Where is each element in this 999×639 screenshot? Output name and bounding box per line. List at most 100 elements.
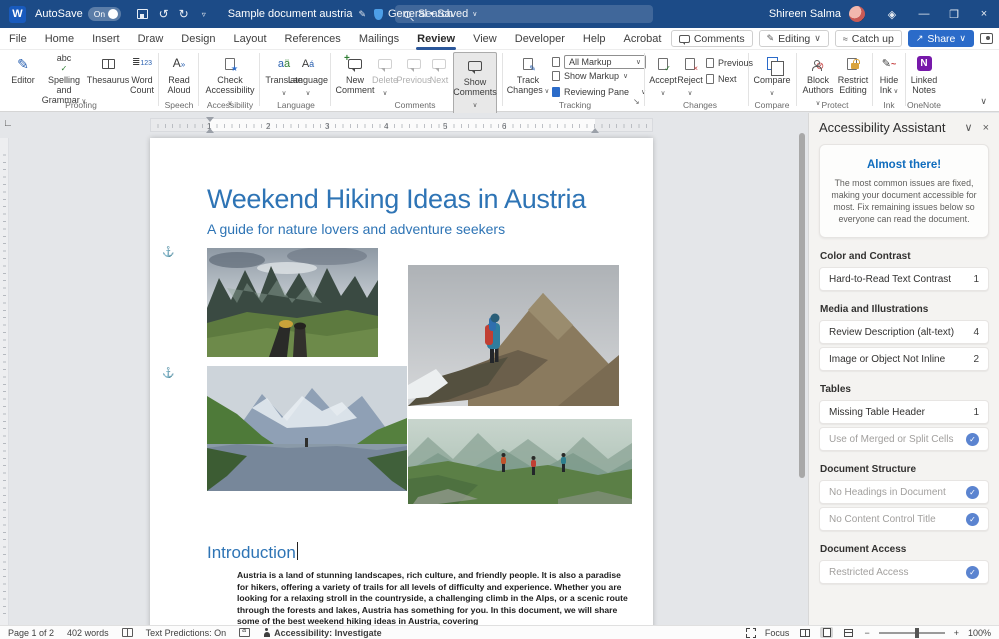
read-aloud-button[interactable]: A»Read Aloud — [162, 53, 196, 95]
horizontal-ruler[interactable]: 1 2 3 4 5 6 — [150, 118, 653, 132]
tab-review[interactable]: Review — [408, 28, 464, 50]
issue-merged-split-cells[interactable]: Use of Merged or Split Cells✓ — [819, 427, 989, 451]
object-anchor-icon[interactable]: ⚓ — [162, 368, 174, 379]
reject-button[interactable]: ×Reject — [676, 53, 704, 99]
proofing-status-icon[interactable] — [122, 628, 133, 637]
tab-acrobat[interactable]: Acrobat — [615, 28, 671, 50]
delete-comment-button[interactable]: Delete — [370, 53, 400, 99]
thesaurus-button[interactable]: Thesaurus — [88, 53, 128, 85]
display-for-review-select[interactable]: All Markup∨ — [564, 55, 646, 69]
tab-draw[interactable]: Draw — [129, 28, 173, 50]
issue-no-headings[interactable]: No Headings in Document✓ — [819, 480, 989, 504]
tab-layout[interactable]: Layout — [225, 28, 276, 50]
previous-change-button[interactable]: Previous — [706, 58, 753, 68]
editor-status-icon[interactable] — [239, 628, 250, 637]
next-comment-button[interactable]: Next — [426, 53, 452, 85]
issue-image-not-inline[interactable]: Image or Object Not Inline2 — [819, 347, 989, 371]
close-button[interactable]: × — [969, 0, 999, 28]
tab-developer[interactable]: Developer — [506, 28, 574, 50]
document-heading-title[interactable]: Weekend Hiking Ideas in Austria — [207, 184, 586, 215]
panel-close-icon[interactable]: × — [983, 122, 989, 134]
editing-mode-button[interactable]: ✎Editing∨ — [759, 30, 829, 47]
track-changes-button[interactable]: ✎Track Changes — [506, 53, 550, 97]
quick-access-customize-icon[interactable]: ▿ — [194, 10, 214, 19]
redo-icon[interactable]: ↻ — [174, 7, 194, 21]
linked-notes-button[interactable]: NLinked Notes — [908, 53, 940, 95]
section-heading[interactable]: Introduction — [207, 543, 296, 563]
autosave-toggle[interactable]: AutoSave On — [35, 7, 121, 21]
next-change-button[interactable]: Next — [706, 74, 737, 84]
document-activity-icon[interactable]: ✎ — [358, 9, 366, 20]
issue-no-content-control-title[interactable]: No Content Control Title✓ — [819, 507, 989, 531]
focus-button[interactable]: Focus — [765, 628, 790, 638]
restrict-editing-button[interactable]: Restrict Editing — [836, 53, 870, 95]
text-cursor — [297, 542, 298, 560]
tab-design[interactable]: Design — [172, 28, 224, 50]
tab-insert[interactable]: Insert — [83, 28, 129, 50]
feedback-icon[interactable] — [980, 33, 993, 44]
web-layout-button[interactable] — [842, 627, 855, 638]
issue-review-alt-text[interactable]: Review Description (alt-text)4 — [819, 320, 989, 344]
body-paragraph[interactable]: Austria is a land of stunning landscapes… — [237, 570, 629, 625]
first-line-indent-marker[interactable] — [206, 117, 214, 122]
zoom-slider-thumb[interactable] — [915, 628, 919, 638]
zoom-slider[interactable] — [879, 632, 945, 634]
print-layout-button[interactable] — [820, 627, 833, 638]
issue-restricted-access[interactable]: Restricted Access✓ — [819, 560, 989, 584]
document-title[interactable]: Sample document austria — [228, 8, 353, 20]
show-comments-icon — [468, 55, 482, 76]
search-input[interactable]: Search — [395, 5, 653, 23]
accept-button[interactable]: ✓Accept — [648, 53, 678, 99]
right-indent-marker[interactable] — [591, 128, 599, 133]
object-anchor-icon[interactable]: ⚓ — [162, 247, 174, 258]
undo-icon[interactable]: ↺ — [154, 7, 174, 21]
hide-ink-button[interactable]: ✎~Hide Ink — [875, 53, 903, 97]
tracking-dialog-launcher[interactable]: ↘ — [633, 97, 640, 106]
read-mode-button[interactable] — [798, 627, 811, 638]
word-logo-icon[interactable]: W — [9, 6, 26, 23]
compare-button[interactable]: Compare — [752, 53, 792, 99]
editor-button[interactable]: ✎Editor — [6, 53, 40, 85]
page-indicator[interactable]: Page 1 of 2 — [8, 628, 54, 638]
photo-lake-reflection[interactable] — [207, 366, 407, 491]
comments-button[interactable]: Comments — [671, 30, 753, 47]
issue-hard-to-read-contrast[interactable]: Hard-to-Read Text Contrast1 — [819, 267, 989, 291]
panel-chevron-down-icon[interactable]: ∨ — [965, 121, 973, 134]
zoom-in-button[interactable]: + — [954, 628, 959, 638]
tab-help[interactable]: Help — [574, 28, 615, 50]
reviewing-pane-button[interactable]: Reviewing Pane∨ — [552, 87, 646, 97]
catch-up-button[interactable]: ≈Catch up — [835, 30, 902, 47]
save-icon[interactable] — [137, 9, 148, 19]
tab-file[interactable]: File — [0, 28, 36, 50]
language-button[interactable]: AáLanguage — [288, 53, 328, 99]
tab-stop-selector[interactable]: ∟ — [3, 118, 13, 129]
issue-missing-table-header[interactable]: Missing Table Header1 — [819, 400, 989, 424]
text-predictions-status[interactable]: Text Predictions: On — [146, 628, 227, 638]
zoom-out-button[interactable]: − — [864, 628, 869, 638]
reject-icon: × — [685, 53, 695, 74]
accessibility-status[interactable]: Accessibility: Investigate — [263, 628, 382, 638]
document-subtitle[interactable]: A guide for nature lovers and adventure … — [207, 221, 505, 237]
vertical-ruler[interactable] — [0, 138, 9, 625]
photo-ridge-hiker[interactable] — [408, 265, 619, 406]
document-page[interactable]: Weekend Hiking Ideas in Austria A guide … — [150, 138, 653, 625]
restore-button[interactable]: ❐ — [939, 0, 969, 28]
show-markup-button[interactable]: Show Markup∨ — [552, 71, 628, 81]
tab-mailings[interactable]: Mailings — [350, 28, 408, 50]
tab-view[interactable]: View — [464, 28, 506, 50]
collapse-ribbon-icon[interactable]: ∨ — [980, 96, 987, 107]
zoom-level[interactable]: 100% — [968, 628, 991, 638]
tab-references[interactable]: References — [276, 28, 350, 50]
left-indent-marker[interactable] — [206, 128, 214, 133]
photo-hikers-group-ridge[interactable] — [408, 419, 632, 504]
tab-home[interactable]: Home — [36, 28, 83, 50]
share-button[interactable]: ↗Share∨ — [908, 30, 974, 47]
minimize-button[interactable]: — — [909, 0, 939, 28]
spelling-grammar-button[interactable]: abc✓Spelling and Grammar — [40, 53, 88, 107]
word-count-status[interactable]: 402 words — [67, 628, 109, 638]
photo-mountain-peaks-boots[interactable] — [207, 248, 378, 357]
word-count-button[interactable]: ≣123Word Count — [126, 53, 158, 95]
avatar[interactable] — [849, 6, 865, 22]
vertical-scrollbar[interactable] — [799, 133, 805, 478]
gem-icon[interactable]: ◈ — [875, 8, 909, 21]
